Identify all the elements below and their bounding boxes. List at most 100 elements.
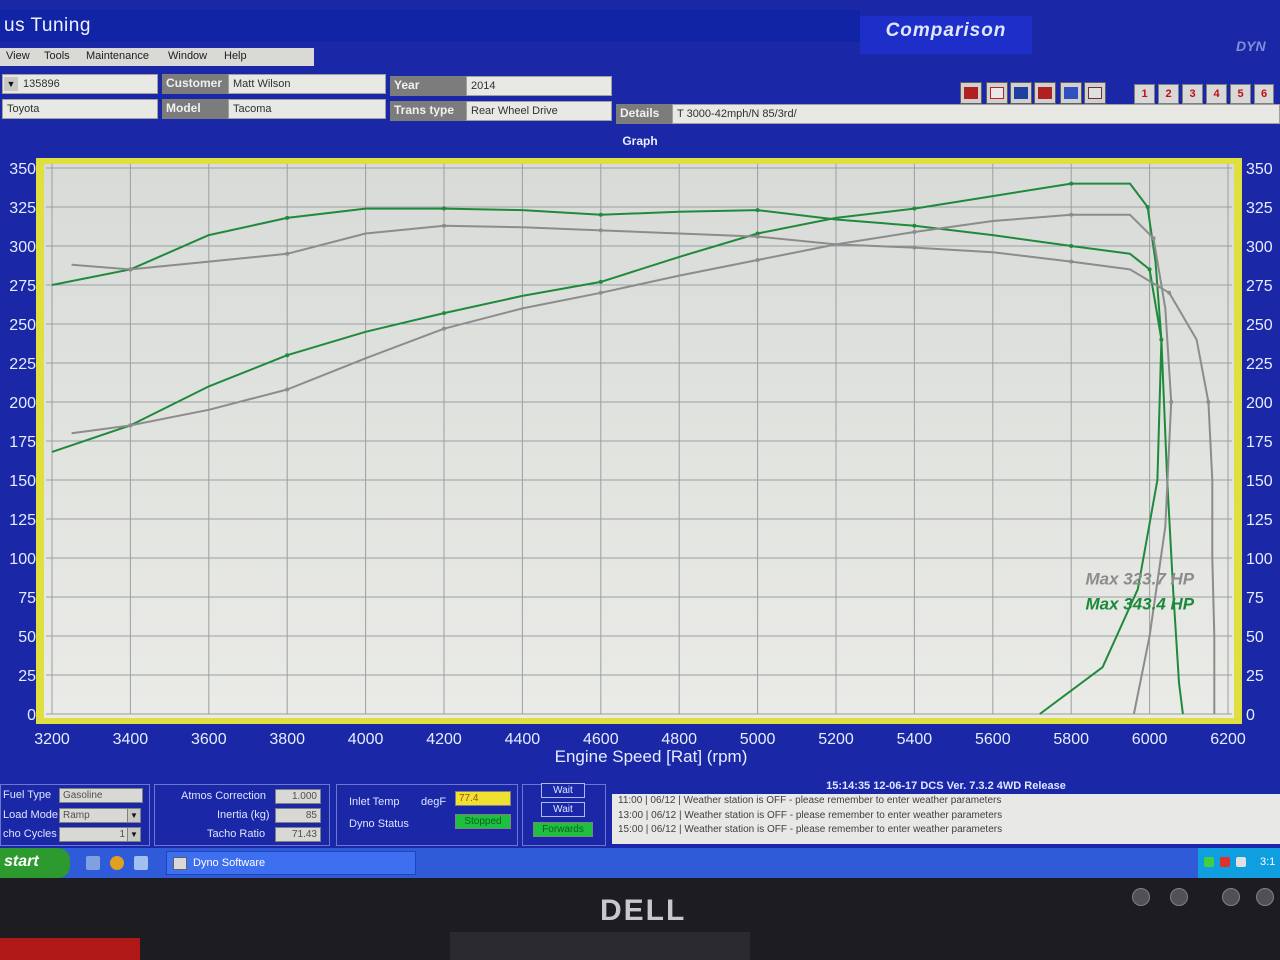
y-tick-label-left: 300 (9, 239, 36, 256)
app-title: us Tuning (4, 15, 91, 36)
y-tick-label-right: 50 (1246, 629, 1264, 646)
list-icon[interactable] (1084, 82, 1106, 104)
model-field[interactable]: Tacoma (228, 99, 386, 119)
monitor-power-button[interactable] (1256, 888, 1274, 906)
chrome-icon[interactable] (110, 856, 124, 870)
record-id-field[interactable]: 135896 (2, 74, 158, 94)
monitor-stand (450, 932, 750, 960)
clock: 3:1 (1260, 856, 1276, 868)
menu-help[interactable]: Help (224, 50, 247, 62)
details-field[interactable]: T 3000-42mph/N 85/3rd/ (672, 104, 1280, 124)
channel-4-button[interactable]: 4 (1206, 84, 1227, 104)
y-tick-label-right: 125 (1246, 512, 1273, 529)
series-point (128, 423, 133, 428)
channel-2-button[interactable]: 2 (1158, 84, 1179, 104)
dyno-status-value: Stopped (455, 814, 511, 829)
chevron-down-icon[interactable]: ▼ (127, 808, 141, 823)
y-tick-label-left: 350 (9, 161, 36, 178)
series-point (1069, 259, 1074, 264)
x-tick-label: 6000 (1132, 731, 1168, 748)
forwards-button[interactable]: Forwards (533, 822, 593, 837)
taskbar-item-dyno-software[interactable]: Dyno Software (166, 851, 416, 875)
series-point (285, 353, 290, 358)
monitor-down-button[interactable] (1222, 888, 1240, 906)
desk-surface (0, 938, 140, 960)
customer-field[interactable]: Matt Wilson (228, 74, 386, 94)
series-point (598, 279, 603, 284)
series-point (442, 326, 446, 331)
series-point (912, 229, 917, 234)
tacho-ratio-label: Tacho Ratio (207, 828, 266, 840)
volume-icon[interactable] (1236, 857, 1246, 867)
inertia-label: Inertia (kg) (217, 809, 270, 821)
x-tick-label: 3200 (34, 731, 70, 748)
curve-icon[interactable] (986, 82, 1008, 104)
y-tick-label-left: 50 (18, 629, 36, 646)
series-point (1159, 337, 1164, 342)
y-tick-label-right: 250 (1246, 317, 1273, 334)
tacho-ratio-field[interactable]: 71.43 (275, 827, 321, 842)
y-tick-label-left: 225 (9, 356, 36, 373)
load-mode-select[interactable]: Ramp (59, 808, 129, 823)
dyno-graph-icon[interactable] (960, 82, 982, 104)
inertia-field[interactable]: 85 (275, 808, 321, 823)
monitor-menu-button[interactable] (1132, 888, 1150, 906)
control-panel: Wait Wait Forwards (522, 783, 606, 846)
bar-chart-icon[interactable] (1010, 82, 1032, 104)
y-tick-label-right: 300 (1246, 239, 1273, 256)
channel-3-button[interactable]: 3 (1182, 84, 1203, 104)
x-tick-label: 5600 (975, 731, 1011, 748)
load-mode-label: Load Mode (3, 809, 59, 821)
echo-cycles-field[interactable]: 1 (59, 827, 129, 842)
wait-button-1[interactable]: Wait (541, 783, 585, 798)
start-button[interactable]: start (0, 848, 70, 878)
series-point (442, 223, 446, 228)
message-log: 15:14:35 12-06-17 DCS Ver. 7.3.2 4WD Rel… (612, 780, 1280, 844)
menu-tools[interactable]: Tools (44, 50, 70, 62)
menu-maintenance[interactable]: Maintenance (86, 50, 149, 62)
alert-icon[interactable] (1220, 857, 1230, 867)
y-tick-label-left: 75 (18, 590, 36, 607)
max-hp-annotation-2: Max 343.4 HP (1085, 594, 1194, 613)
inlet-temp-unit: degF (421, 796, 447, 808)
y-tick-label-left: 25 (18, 668, 36, 685)
explorer-icon[interactable] (134, 856, 148, 870)
x-axis-label: Engine Speed [Rat] (rpm) (555, 747, 748, 766)
y-tick-label-left: 150 (9, 473, 36, 490)
table-icon[interactable] (1060, 82, 1082, 104)
year-field[interactable]: 2014 (466, 76, 612, 96)
series-point (1145, 205, 1150, 209)
series-point (755, 208, 760, 213)
y-tick-label-left: 125 (9, 512, 36, 529)
chevron-down-icon[interactable]: ▼ (4, 77, 18, 91)
menu-window[interactable]: Window (168, 50, 207, 62)
channel-6-button[interactable]: 6 (1254, 84, 1274, 104)
series-point (442, 206, 446, 211)
desktop-icon[interactable] (86, 856, 100, 870)
series-point (598, 228, 603, 233)
wait-button-2[interactable]: Wait (541, 802, 585, 817)
chevron-down-icon[interactable]: ▼ (127, 827, 141, 842)
gauge-icon[interactable] (1034, 82, 1056, 104)
make-field[interactable]: Toyota (2, 99, 158, 119)
menu-view[interactable]: View (6, 50, 30, 62)
channel-5-button[interactable]: 5 (1230, 84, 1251, 104)
inlet-temp-value: 77.4 (455, 791, 511, 806)
year-label: Year (390, 76, 466, 96)
series-point (128, 267, 133, 272)
series-point (442, 311, 446, 316)
monitor-up-button[interactable] (1170, 888, 1188, 906)
x-tick-label: 4000 (348, 731, 384, 748)
log-line: 15:00 | 06/12 | Weather station is OFF -… (618, 824, 1003, 835)
series-point (1206, 400, 1211, 404)
channel-1-button[interactable]: 1 (1134, 84, 1155, 104)
x-tick-label: 5000 (740, 731, 776, 748)
dyno-settings-panel: Atmos Correction 1.000 Inertia (kg) 85 T… (154, 784, 330, 846)
series-point (285, 387, 290, 392)
y-tick-label-right: 75 (1246, 590, 1264, 607)
dyno-screen: us Tuning Comparison DYN View Tools Main… (0, 0, 1280, 878)
atmos-correction-field[interactable]: 1.000 (275, 789, 321, 804)
trans-type-field[interactable]: Rear Wheel Drive (466, 101, 612, 121)
network-icon[interactable] (1204, 857, 1214, 867)
fuel-type-field[interactable]: Gasoline (59, 788, 143, 803)
